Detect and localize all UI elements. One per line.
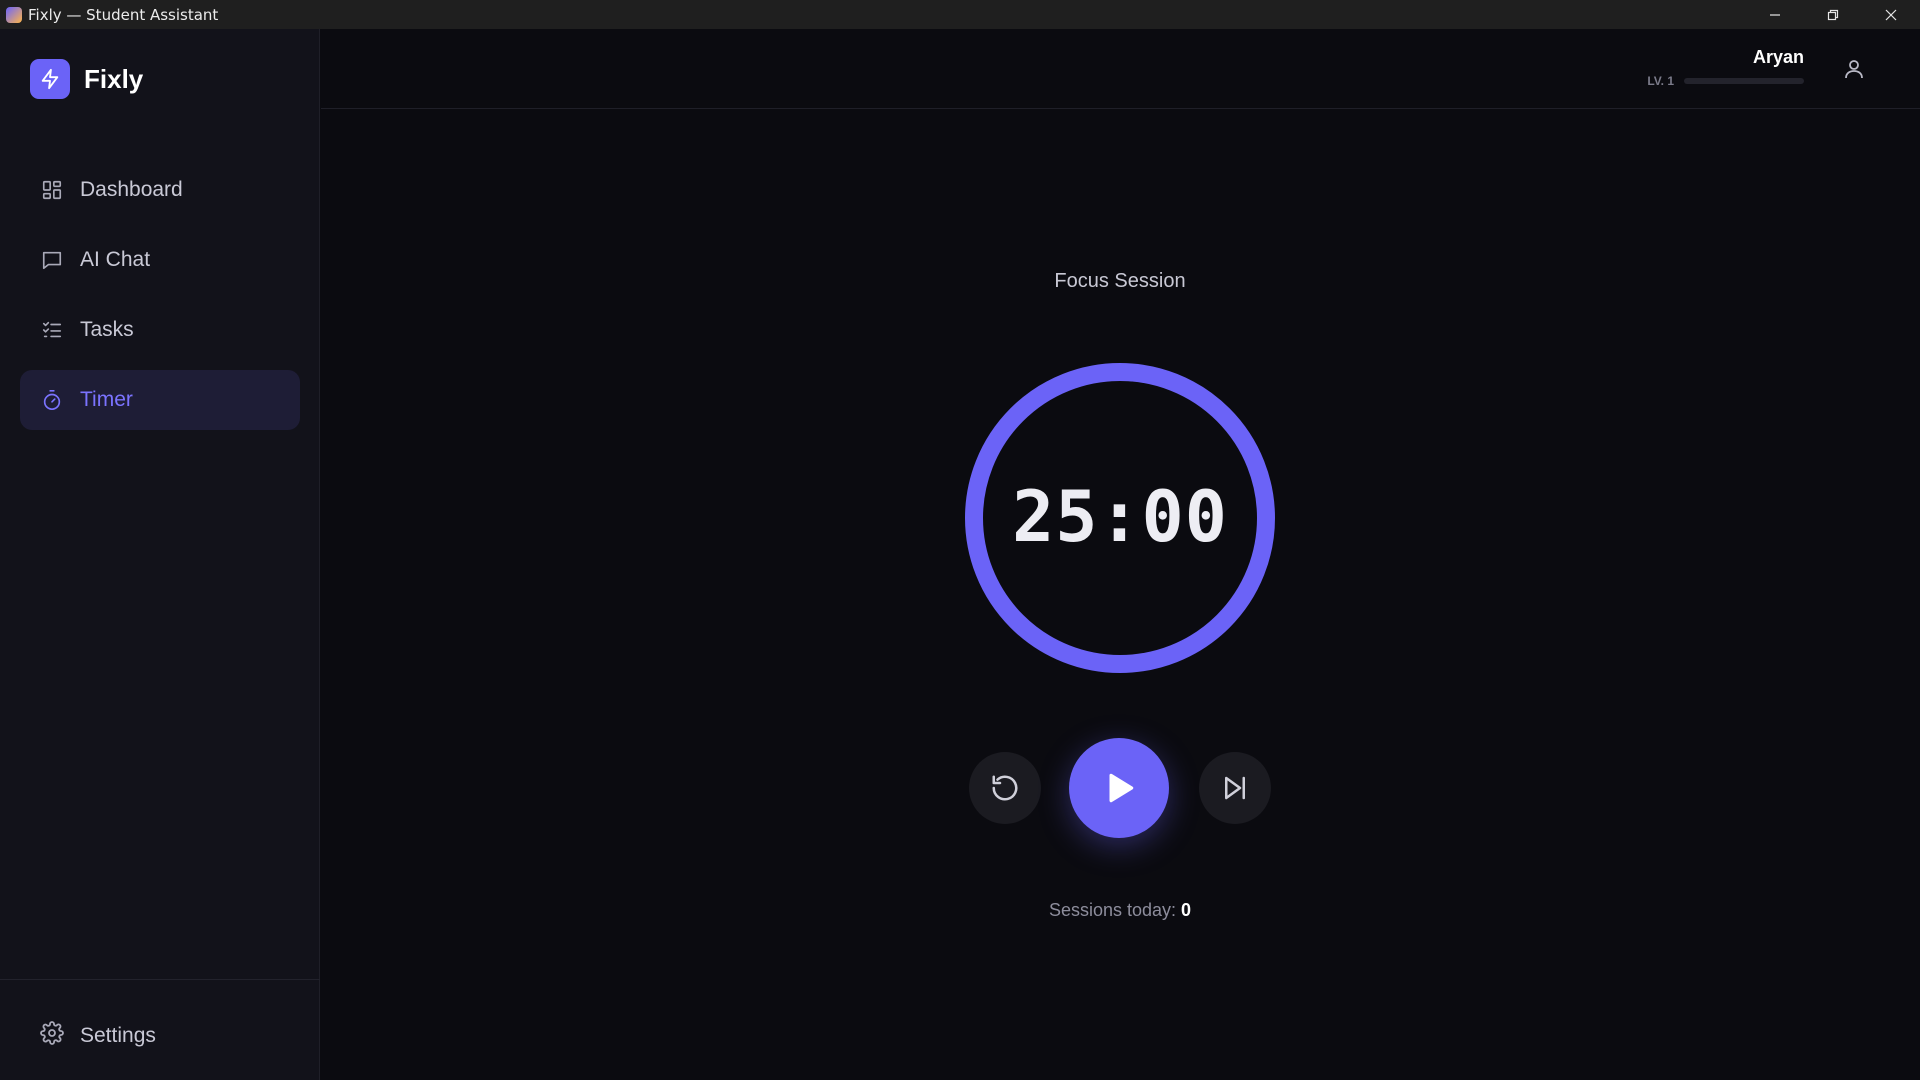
settings-label: Settings (80, 1023, 156, 1047)
skip-button[interactable] (1199, 752, 1271, 824)
play-icon (1109, 773, 1134, 803)
skip-forward-icon (1225, 776, 1245, 800)
sessions-today: Sessions today: 0 (970, 900, 1270, 921)
close-button[interactable] (1862, 0, 1920, 29)
tasks-icon (40, 318, 64, 342)
play-button[interactable] (1069, 738, 1169, 838)
user-icon (1845, 60, 1863, 79)
window-controls (1746, 0, 1920, 29)
sidebar-item-dashboard[interactable]: Dashboard (20, 160, 300, 220)
sessions-label: Sessions today: (1048, 900, 1177, 920)
sidebar-item-label: Tasks (80, 318, 134, 341)
sidebar: Fixly Dashboard AI Chat Tasks Timer Sett… (0, 29, 320, 1080)
sidebar-item-label: AI Chat (80, 248, 151, 271)
close-icon (1885, 9, 1897, 20)
sidebar-item-label: Dashboard (80, 178, 183, 201)
sidebar-item-label: Timer (80, 388, 133, 411)
minimize-button[interactable] (1746, 0, 1804, 29)
sessions-count: 0 (1181, 900, 1192, 920)
restore-button[interactable] (1804, 0, 1862, 29)
user-level: LV. 1 (1647, 74, 1674, 88)
reset-button[interactable] (969, 752, 1041, 824)
sidebar-divider (0, 979, 320, 980)
timer-mode-label: Focus Session (1054, 270, 1186, 292)
user-profile-button[interactable] (1840, 55, 1868, 83)
timer-icon (40, 388, 64, 412)
user-name: Aryan (1752, 47, 1804, 67)
reset-icon (992, 775, 1018, 801)
top-header: Aryan LV. 1 (321, 29, 1920, 109)
sidebar-item-ai-chat[interactable]: AI Chat (20, 230, 300, 290)
restore-icon (1827, 9, 1839, 20)
window-title: Fixly — Student Assistant (28, 5, 219, 24)
lightning-icon (30, 59, 70, 99)
brand-name: Fixly (84, 63, 144, 94)
brand[interactable]: Fixly (30, 59, 143, 99)
sidebar-item-settings[interactable]: Settings (40, 1021, 156, 1050)
gear-icon (40, 1021, 64, 1050)
sidebar-item-timer[interactable]: Timer (20, 370, 300, 430)
minimize-icon (1770, 13, 1780, 16)
sidebar-item-tasks[interactable]: Tasks (20, 300, 300, 360)
dashboard-icon (40, 178, 64, 202)
window-titlebar: Fixly — Student Assistant (0, 0, 1920, 29)
sidebar-nav: Dashboard AI Chat Tasks Timer (20, 160, 300, 440)
chat-icon (40, 248, 64, 272)
timer-display: 25:00 (1012, 476, 1228, 558)
app-icon (6, 6, 22, 23)
xp-progress-bar (1684, 78, 1804, 84)
